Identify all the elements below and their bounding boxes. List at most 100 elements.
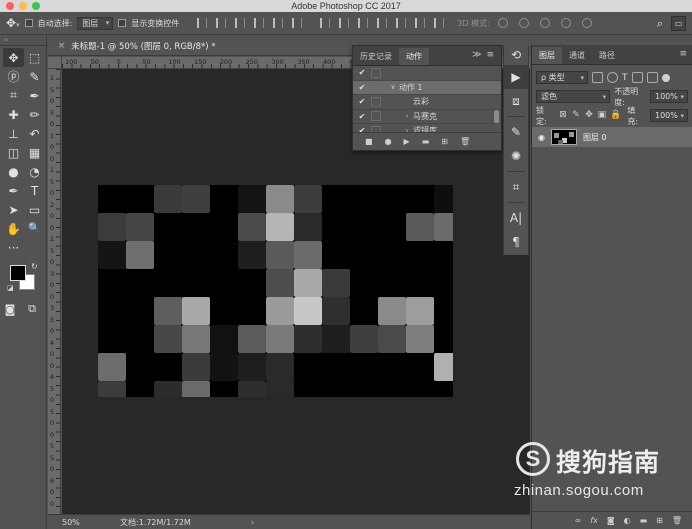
zoom-window-button[interactable] (32, 2, 40, 10)
eyedropper-tool-icon[interactable]: ✒ (24, 86, 45, 105)
lock-all-icon[interactable]: 🔒 (610, 111, 621, 120)
filter-toggle-icon[interactable] (661, 73, 670, 82)
document-tab[interactable]: × 未标题-1 @ 50% (图层 0, RGB/8*) * (48, 36, 352, 56)
history-brush-tool-icon[interactable]: ↶ (24, 124, 45, 143)
layers-menu-icon[interactable]: ≡ (679, 49, 687, 59)
lock-artboard-icon[interactable]: ▣ (597, 111, 607, 120)
workspace-switcher-button[interactable]: ▭ (671, 16, 686, 31)
show-transform-checkbox[interactable] (118, 19, 127, 27)
auto-align-icon[interactable] (434, 18, 445, 28)
visibility-eye-icon[interactable]: ◉ (538, 133, 545, 142)
drag-3d-icon[interactable] (539, 18, 550, 28)
swap-colors-icon[interactable]: ↻ (31, 262, 38, 271)
action-row[interactable]: ✔ › 滤镜库 (353, 124, 501, 132)
type-filter-icon[interactable]: T (622, 73, 628, 83)
trash-icon[interactable]: 🗑 (460, 137, 470, 146)
action-row[interactable]: ✔ 云彩 (353, 95, 501, 110)
link-layers-icon[interactable]: ∞ (575, 516, 582, 525)
align-top-icon[interactable] (197, 18, 208, 28)
adjustment-layer-icon[interactable]: ◐ (624, 516, 631, 525)
play-icon[interactable]: ▶ (404, 137, 410, 146)
slide-3d-icon[interactable] (560, 18, 571, 28)
gradient-tool-icon[interactable]: ▦ (24, 143, 45, 162)
tab-layers[interactable]: 图层 (532, 47, 562, 64)
screen-mode-icon[interactable]: ⧉ (25, 302, 39, 316)
properties-panel-icon[interactable]: ⧈ (504, 89, 528, 113)
close-window-button[interactable] (6, 2, 14, 10)
brush-tool-icon[interactable]: ✏ (24, 105, 45, 124)
tab-actions[interactable]: 动作 (399, 48, 429, 65)
search-icon[interactable]: ⌕ (657, 17, 663, 31)
panel-menu-icon[interactable]: ≫ ≡ (472, 50, 495, 60)
scale-3d-icon[interactable] (581, 18, 592, 28)
check-icon[interactable]: ✔ (353, 112, 371, 121)
roll-3d-icon[interactable] (518, 18, 529, 28)
crop-tool-icon[interactable]: ⌗ (3, 86, 24, 105)
tab-history[interactable]: 历史记录 (353, 48, 399, 65)
dodge-tool-icon[interactable]: ◔ (24, 162, 45, 181)
ruler-origin[interactable] (48, 57, 62, 69)
new-layer-icon[interactable]: ⊞ (656, 516, 663, 525)
align-right-icon[interactable] (292, 18, 303, 28)
align-vcenter-icon[interactable] (216, 18, 227, 28)
actions-panel-icon[interactable]: ▶ (504, 65, 528, 89)
move-tool-preset-button[interactable]: ✥▾ (6, 16, 20, 30)
move-tool-icon[interactable]: ✥ (3, 48, 24, 67)
tab-channels[interactable]: 通道 (562, 47, 592, 64)
check-icon[interactable]: ✔ (353, 68, 371, 77)
delete-layer-icon[interactable]: 🗑 (672, 516, 682, 525)
pixel-filter-icon[interactable] (592, 72, 603, 83)
expand-caret-icon[interactable]: ∨ (387, 83, 399, 91)
dialog-toggle-box[interactable] (371, 82, 381, 93)
folder-icon[interactable]: ▬ (422, 137, 430, 146)
blend-mode-dropdown[interactable]: 滤色 (536, 90, 611, 103)
path-select-tool-icon[interactable]: ➤ (3, 200, 24, 219)
distribute-right-icon[interactable] (415, 18, 426, 28)
rotate-3d-icon[interactable] (497, 18, 508, 28)
distribute-hcenter-icon[interactable] (396, 18, 407, 28)
clone-source-icon[interactable]: ✺ (504, 144, 528, 168)
new-group-icon[interactable]: ▬ (640, 516, 648, 525)
document-canvas[interactable] (98, 185, 453, 397)
status-menu-arrow[interactable]: › (251, 518, 254, 527)
edit-toolbar-icon[interactable]: ··· (3, 238, 24, 257)
shape-filter-icon[interactable] (631, 72, 643, 83)
dialog-toggle-box[interactable] (371, 67, 381, 78)
distribute-vcenter-icon[interactable] (339, 18, 350, 28)
smart-object-filter-icon[interactable] (646, 72, 658, 83)
quick-mask-icon[interactable]: ◙ (3, 302, 17, 316)
crop-panel-icon[interactable]: ⌗ (504, 175, 528, 199)
opacity-field[interactable]: 100% (650, 90, 688, 103)
lock-pixels-icon[interactable]: ✎ (572, 111, 581, 120)
shape-tool-icon[interactable]: ▭ (24, 200, 45, 219)
auto-select-dropdown[interactable]: 图层 (77, 16, 114, 30)
zoom-tool-icon[interactable]: 🔍 (24, 219, 45, 238)
layer-row[interactable]: ◉ 图层 0 (532, 127, 692, 147)
action-row[interactable]: ✔ › 马赛克 (353, 110, 501, 124)
paragraph-panel-icon[interactable]: ¶ (504, 230, 528, 254)
tab-paths[interactable]: 路径 (592, 47, 622, 64)
healing-brush-tool-icon[interactable]: ✚ (3, 105, 24, 124)
brush-panel-icon[interactable]: ✎ (504, 120, 528, 144)
marquee-tool-icon[interactable]: ⬚ (24, 48, 45, 67)
distribute-bottom-icon[interactable] (358, 18, 369, 28)
fx-icon[interactable]: fx (590, 516, 598, 525)
record-icon[interactable]: ● (385, 137, 392, 146)
align-bottom-icon[interactable] (235, 18, 246, 28)
vertical-ruler[interactable]: 1 5 0 5 0 1 0 0 1 5 0 2 0 0 2 5 0 3 0 0 3 5 0 4 0 0 4 5 0 5 0 0 5 5 0 6 0 0 (48, 69, 61, 514)
default-colors-icon[interactable]: ◪ (7, 284, 14, 292)
clone-stamp-tool-icon[interactable]: ⊥ (3, 124, 24, 143)
dialog-toggle-box[interactable] (371, 111, 381, 122)
hand-tool-icon[interactable]: ✋ (3, 219, 24, 238)
action-row[interactable]: ✔ ∨ 动作 1 (353, 80, 501, 95)
quick-select-tool-icon[interactable]: ✎ (24, 67, 45, 86)
expand-caret-icon[interactable]: › (401, 112, 413, 120)
action-row[interactable]: ✔ (353, 66, 501, 81)
type-tool-icon[interactable]: T (24, 181, 45, 200)
zoom-level-field[interactable]: 50% (48, 518, 86, 527)
add-mask-icon[interactable]: ◙ (607, 516, 615, 525)
pen-tool-icon[interactable]: ✒ (3, 181, 24, 200)
blur-tool-icon[interactable]: ● (3, 162, 24, 181)
check-icon[interactable]: ✔ (353, 83, 371, 92)
fill-field[interactable]: 100% (650, 109, 688, 122)
